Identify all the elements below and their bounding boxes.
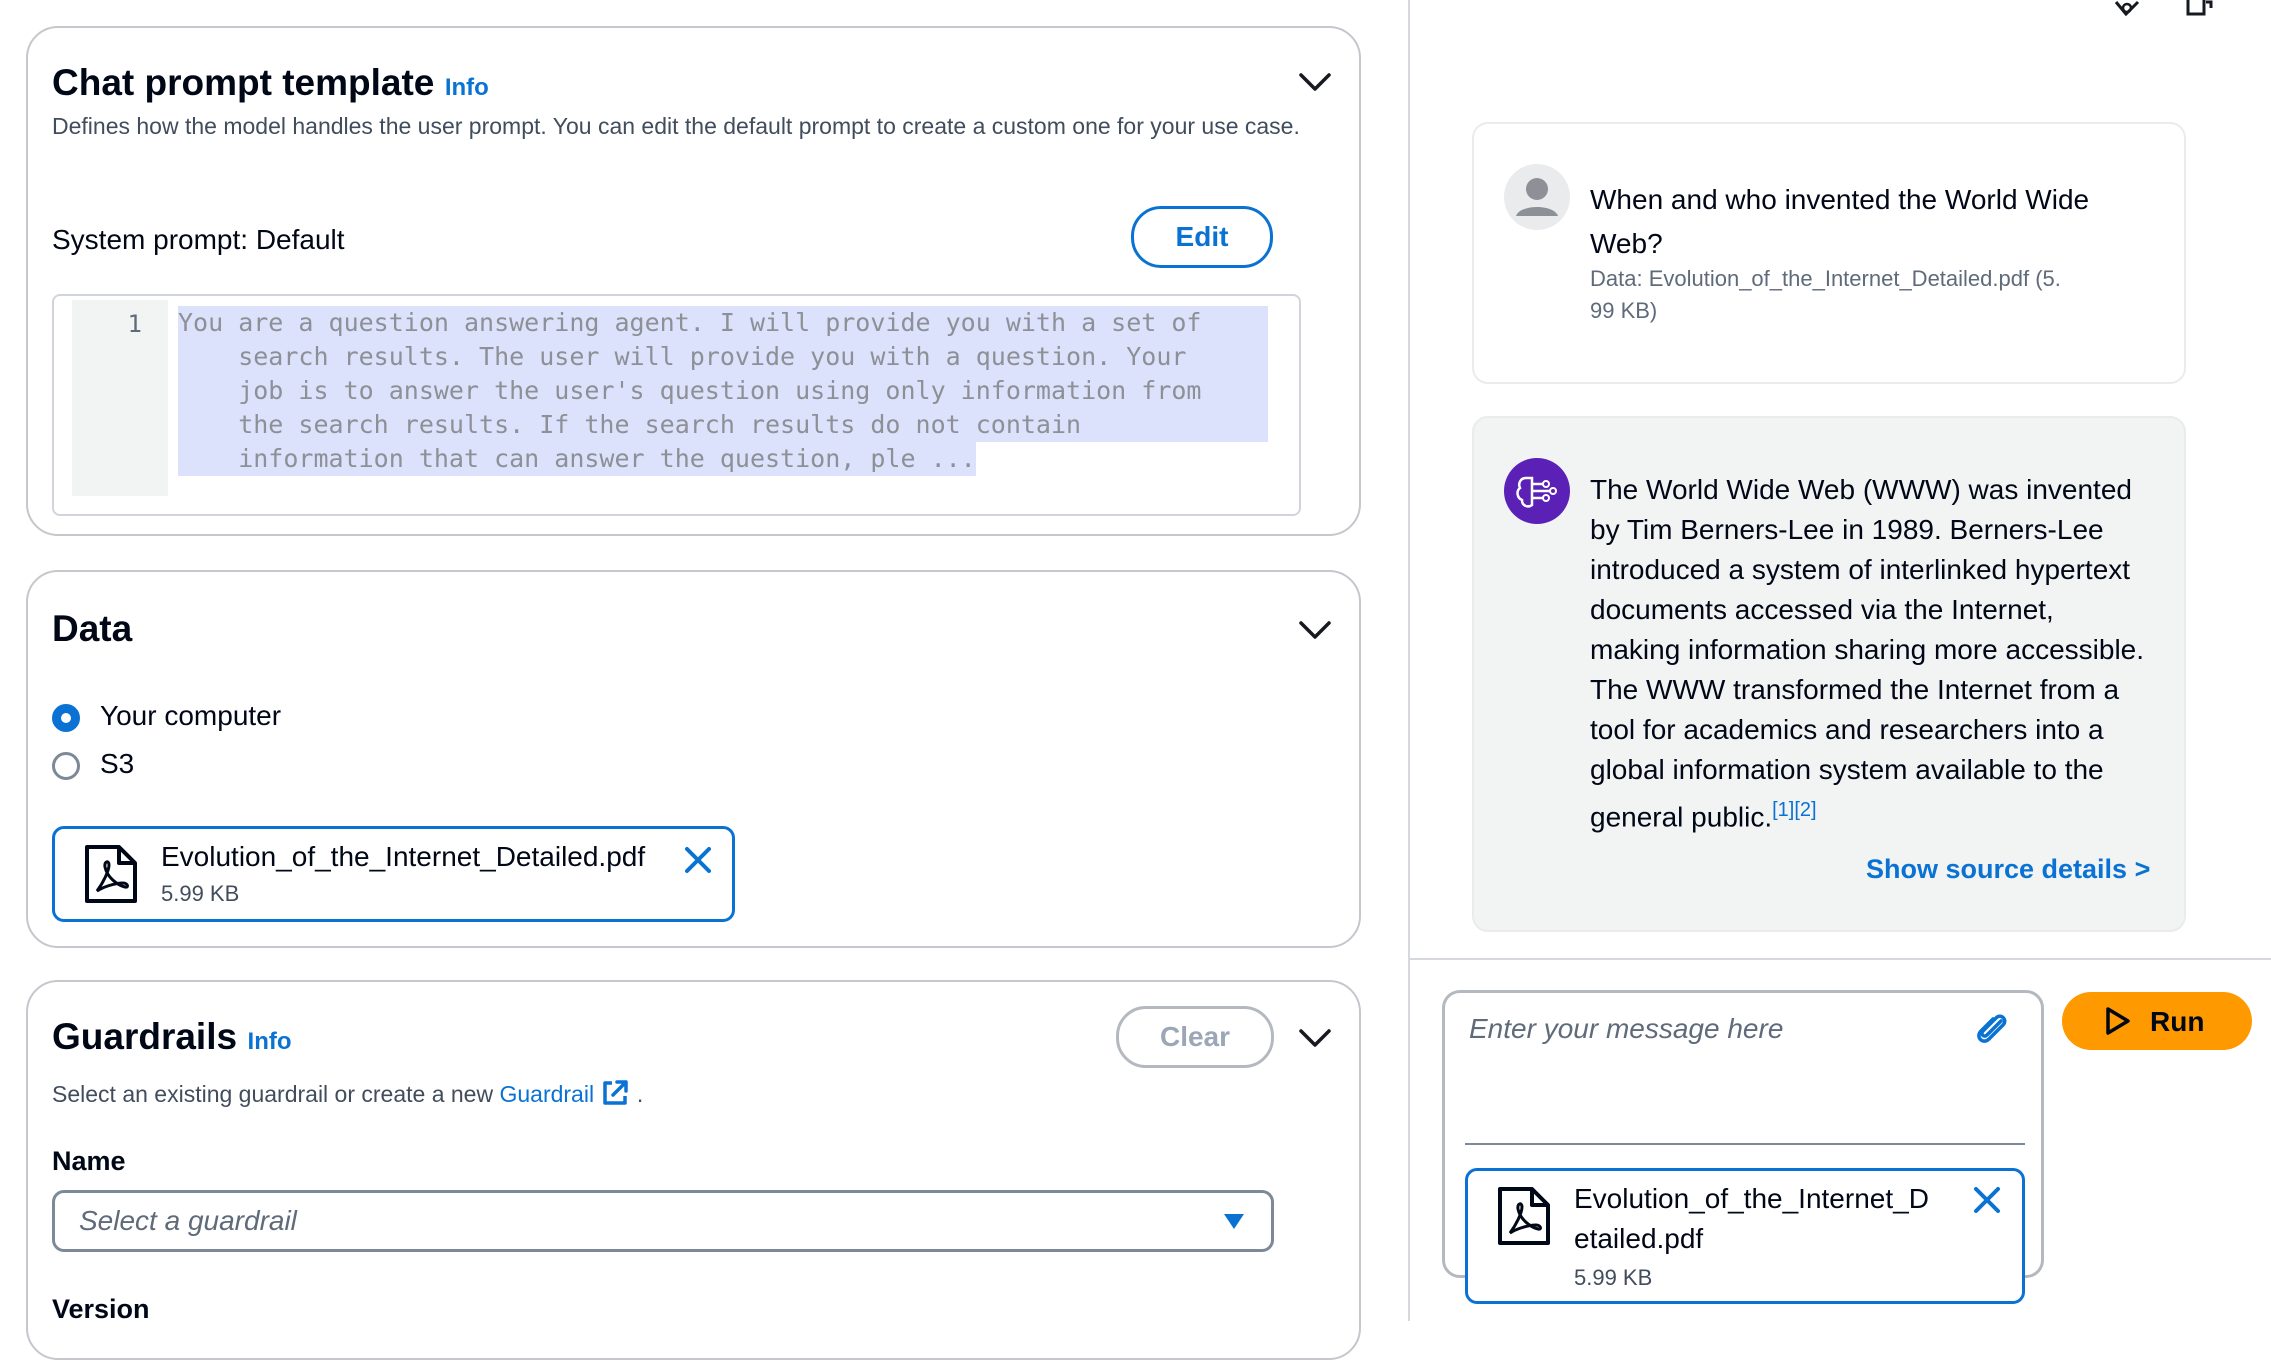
code-line: You are a question answering agent. I wi… (178, 306, 1268, 340)
user-avatar-icon (1504, 164, 1570, 235)
guardrails-description-suffix: . (636, 1081, 644, 1107)
chat-prompt-info-link[interactable]: Info (445, 74, 489, 101)
edit-button[interactable]: Edit (1131, 206, 1273, 268)
guardrails-panel: Guardrails Info Clear Select an existing… (26, 980, 1361, 1360)
external-link-icon[interactable] (600, 1078, 630, 1117)
version-label: Version (52, 1294, 150, 1324)
close-icon[interactable] (1972, 1185, 2002, 1220)
clear-button[interactable]: Clear (1116, 1006, 1274, 1068)
close-icon[interactable] (683, 845, 713, 880)
panel-divider (1408, 0, 1410, 1321)
toolbar-icon-b[interactable] (2184, 0, 2214, 25)
guardrails-info-link[interactable]: Info (248, 1028, 292, 1055)
assistant-message: The World Wide Web (WWW) was invented by… (1590, 470, 2150, 837)
ai-brain-icon (1504, 458, 1570, 529)
message-input[interactable]: Enter your message here (1469, 1013, 1783, 1045)
attached-file-size: 5.99 KB (1574, 1265, 1653, 1290)
run-button[interactable]: Run (2062, 992, 2252, 1050)
file-size: 5.99 KB (161, 881, 240, 906)
attached-file-chip: Evolution_of_the_Internet_D etailed.pdf … (1465, 1168, 2025, 1304)
attached-file-name-line1: Evolution_of_the_Internet_D (1574, 1183, 1929, 1214)
chat-prompt-header: Chat prompt template Info (52, 62, 489, 104)
code-gutter: 1 (72, 300, 168, 496)
guardrails-description-text: Select an existing guardrail or create a… (52, 1081, 494, 1107)
chat-prompt-title: Chat prompt template (52, 62, 435, 103)
code-line: job is to answer the user's question usi… (178, 374, 1268, 408)
guardrail-select[interactable]: Select a guardrail (52, 1190, 1274, 1252)
user-message-text: When and who invented the World Wide Web… (1590, 184, 2090, 259)
chat-prompt-template-panel: Chat prompt template Info Defines how th… (26, 26, 1361, 536)
chat-input-box[interactable]: Enter your message here Evolution_of_the… (1442, 990, 2044, 1304)
chat-prompt-description: Defines how the model handles the user p… (52, 113, 1300, 139)
uploaded-file-chip: Evolution_of_the_Internet_Detailed.pdf 5… (52, 826, 735, 922)
radio-button-selected[interactable] (52, 704, 80, 732)
pdf-file-icon (1496, 1185, 1552, 1252)
user-message-data-line2: 99 KB) (1590, 298, 1658, 323)
guardrails-description: Select an existing guardrail or create a… (52, 1078, 643, 1117)
system-prompt-editor[interactable]: 1 You are a question answering agent. I … (52, 294, 1301, 516)
user-message-data-line1: Data: Evolution_of_the_Internet_Detailed… (1590, 266, 2061, 291)
system-prompt-label: System prompt: Default (52, 224, 345, 255)
assistant-message-card: The World Wide Web (WWW) was invented by… (1472, 416, 2186, 932)
paperclip-icon[interactable] (1971, 1009, 2011, 1054)
chevron-down-icon[interactable] (1298, 620, 1332, 642)
code-line: the search results. If the search result… (178, 408, 1268, 442)
data-title: Data (52, 608, 133, 649)
guardrails-title: Guardrails (52, 1016, 238, 1057)
show-source-details-link[interactable]: Show source details > (1866, 854, 2150, 885)
guardrail-link[interactable]: Guardrail (499, 1081, 594, 1107)
play-icon (2104, 1006, 2132, 1043)
pdf-file-icon (83, 843, 139, 910)
caret-down-icon (1223, 1213, 1245, 1236)
attached-file-name-line2: etailed.pdf (1574, 1223, 1704, 1254)
input-separator (1465, 1143, 2025, 1145)
radio-label: S3 (100, 748, 135, 779)
radio-button[interactable] (52, 752, 80, 780)
code-line: search results. The user will provide yo… (178, 340, 1268, 374)
code-content: You are a question answering agent. I wi… (178, 306, 1268, 476)
toolbar-icon-a[interactable] (2112, 0, 2142, 25)
name-label: Name (52, 1146, 126, 1176)
chat-input-divider (1410, 958, 2271, 960)
select-placeholder: Select a guardrail (79, 1205, 297, 1236)
file-name: Evolution_of_the_Internet_Detailed.pdf (161, 841, 646, 872)
code-line: information that can answer the question… (178, 442, 976, 476)
radio-label: Your computer (100, 700, 282, 731)
chevron-down-icon[interactable] (1298, 72, 1332, 94)
assistant-message-text: The World Wide Web (WWW) was invented by… (1590, 474, 2145, 833)
chevron-down-icon[interactable] (1298, 1028, 1332, 1050)
guardrails-header: Guardrails Info (52, 1016, 292, 1058)
run-label: Run (2150, 1006, 2205, 1037)
citation-links[interactable]: [1][2] (1772, 799, 1816, 821)
data-panel: Data Your computer S3 Evolution_of_the_I… (26, 570, 1361, 948)
line-number: 1 (127, 310, 142, 338)
user-message-card: When and who invented the World Wide Web… (1472, 122, 2186, 384)
